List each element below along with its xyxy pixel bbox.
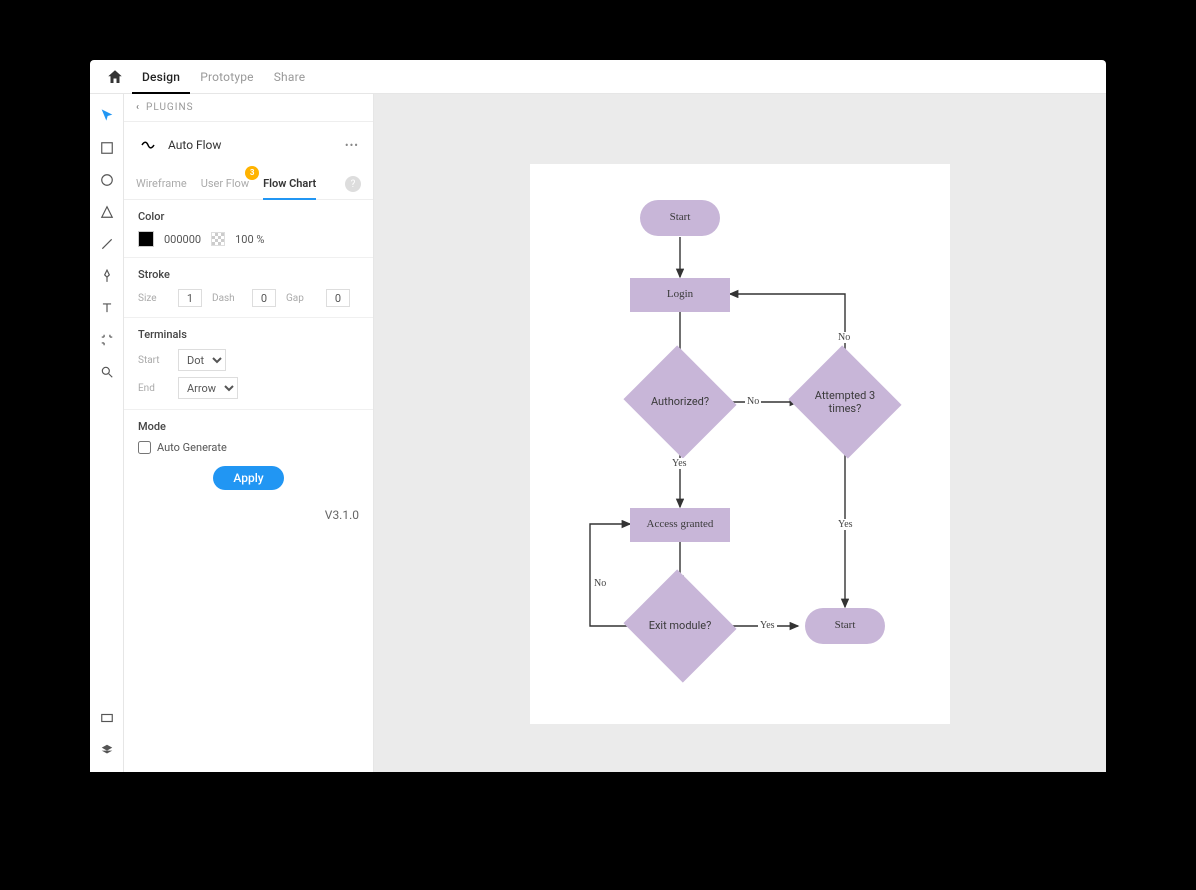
dash-input[interactable] [252, 289, 276, 307]
node-exit-module[interactable]: Exit module? [638, 588, 722, 664]
end-label: End [138, 383, 168, 394]
opacity-swatch[interactable] [211, 232, 225, 246]
polygon-tool-icon[interactable] [95, 200, 119, 224]
artboard[interactable]: Start Login Authorized? Attempted 3 time… [530, 164, 950, 724]
canvas-area[interactable]: Start Login Authorized? Attempted 3 time… [374, 94, 1106, 772]
pen-tool-icon[interactable] [95, 264, 119, 288]
select-tool-icon[interactable] [95, 104, 119, 128]
text-tool-icon[interactable] [95, 296, 119, 320]
line-tool-icon[interactable] [95, 232, 119, 256]
node-authorized[interactable]: Authorized? [638, 364, 722, 440]
zoom-tool-icon[interactable] [95, 360, 119, 384]
plugin-name: Auto Flow [168, 138, 345, 152]
ptab-userflow[interactable]: User Flow 3 [201, 168, 249, 200]
topbar: Design Prototype Share [90, 60, 1106, 94]
plugin-icon [138, 135, 158, 155]
edge-yes-1: Yes [670, 458, 689, 469]
badge: 3 [245, 166, 259, 180]
node-start[interactable]: Start [640, 200, 720, 236]
node-end[interactable]: Start [805, 608, 885, 644]
start-label: Start [138, 355, 168, 366]
edge-yes-2: Yes [836, 519, 855, 530]
app-window: Design Prototype Share [90, 60, 1106, 772]
size-label: Size [138, 293, 168, 304]
start-select[interactable]: Dot [178, 349, 226, 371]
home-icon[interactable] [106, 68, 124, 86]
version-text: V3.1.0 [124, 500, 373, 530]
stroke-title: Stroke [138, 268, 359, 281]
gap-input[interactable] [326, 289, 350, 307]
ellipse-tool-icon[interactable] [95, 168, 119, 192]
back-icon[interactable]: ‹ [136, 102, 140, 113]
terminals-title: Terminals [138, 328, 359, 341]
mode-title: Mode [138, 420, 359, 433]
tab-share[interactable]: Share [264, 60, 316, 94]
plugin-row: Auto Flow ••• [124, 122, 373, 168]
body: ‹ PLUGINS Auto Flow ••• Wireframe User F… [90, 94, 1106, 772]
node-login[interactable]: Login [630, 278, 730, 312]
autogen-label: Auto Generate [157, 441, 227, 454]
more-icon[interactable]: ••• [345, 139, 359, 152]
autogen-row[interactable]: Auto Generate [138, 441, 359, 454]
tool-rail [90, 94, 124, 772]
apply-button[interactable]: Apply [213, 466, 283, 490]
plugin-panel: ‹ PLUGINS Auto Flow ••• Wireframe User F… [124, 94, 374, 772]
color-hex[interactable]: 000000 [164, 233, 201, 246]
terminals-section: Terminals Start Dot End Arrow [124, 318, 373, 410]
flow-arrows [530, 164, 950, 724]
plugin-tabs: Wireframe User Flow 3 Flow Chart ? [124, 168, 373, 200]
node-attempted[interactable]: Attempted 3 times? [803, 364, 887, 440]
color-title: Color [138, 210, 359, 223]
tab-prototype[interactable]: Prototype [190, 60, 264, 94]
size-input[interactable] [178, 289, 202, 307]
artboard-tool-icon[interactable] [95, 328, 119, 352]
edge-no-2: No [836, 332, 852, 343]
autogen-checkbox[interactable] [138, 441, 151, 454]
edge-no-3: No [592, 578, 608, 589]
layers-icon[interactable] [95, 738, 119, 762]
rectangle-tool-icon[interactable] [95, 136, 119, 160]
color-swatch[interactable] [138, 231, 154, 247]
mode-section: Mode Auto Generate Apply [124, 410, 373, 500]
color-section: Color 000000 100 % [124, 200, 373, 258]
stroke-section: Stroke Size Dash Gap [124, 258, 373, 318]
edge-yes-3: Yes [758, 620, 777, 631]
tab-design[interactable]: Design [132, 60, 190, 94]
panel-header: ‹ PLUGINS [124, 94, 373, 122]
edge-no-1: No [745, 396, 761, 407]
help-icon[interactable]: ? [345, 176, 361, 192]
end-select[interactable]: Arrow [178, 377, 238, 399]
ptab-flowchart[interactable]: Flow Chart [263, 168, 316, 200]
node-access-granted[interactable]: Access granted [630, 508, 730, 542]
ptab-wireframe[interactable]: Wireframe [136, 168, 187, 200]
assets-icon[interactable] [95, 706, 119, 730]
dash-label: Dash [212, 293, 242, 304]
opacity-value[interactable]: 100 % [235, 233, 264, 246]
gap-label: Gap [286, 293, 316, 304]
panel-title: PLUGINS [146, 102, 194, 113]
